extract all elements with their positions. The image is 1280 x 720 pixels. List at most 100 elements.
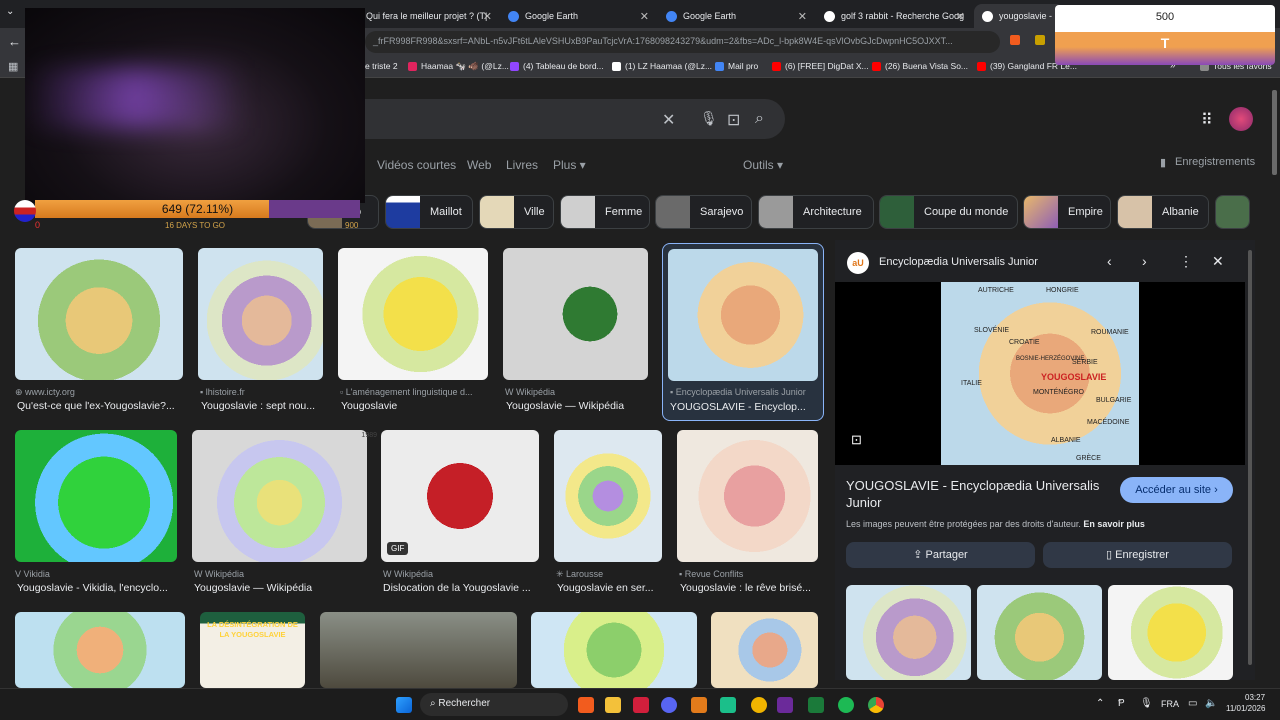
chip-femme[interactable]: Femme: [560, 195, 650, 229]
app-icon[interactable]: [777, 697, 793, 713]
app-icon[interactable]: [751, 697, 767, 713]
result-image[interactable]: [554, 430, 662, 562]
nav-short-videos[interactable]: Vidéos courtes: [377, 158, 456, 172]
folder-icon[interactable]: [605, 697, 621, 713]
learn-more-link[interactable]: En savoir plus: [1083, 519, 1145, 529]
close-icon[interactable]: ✕: [483, 10, 492, 23]
bookmark-1[interactable]: e triste 2: [365, 61, 398, 71]
chip-ville[interactable]: Ville: [479, 195, 554, 229]
result-title[interactable]: Yougoslavie: [341, 400, 489, 412]
avatar[interactable]: [1229, 107, 1253, 131]
result-title[interactable]: YOUGOSLAVIE - Encyclop...: [670, 401, 820, 413]
excel-icon[interactable]: [808, 697, 824, 713]
result-image[interactable]: [531, 612, 697, 688]
mic-icon[interactable]: 🎙: [700, 110, 718, 127]
nav-tools[interactable]: Outils ▾: [743, 158, 783, 172]
related-image[interactable]: [977, 585, 1102, 680]
search-bar[interactable]: ✕ 🎙 ⊡ ⌕: [365, 99, 785, 139]
mic-icon[interactable]: 🎙: [1140, 698, 1153, 709]
result-title[interactable]: Dislocation de la Yougoslavie ...: [383, 582, 541, 594]
nav-more[interactable]: Plus ▾: [553, 158, 586, 172]
lens-icon[interactable]: ⊡: [851, 432, 862, 448]
visit-site-button[interactable]: Accéder au site ›: [1120, 477, 1233, 503]
bluetooth-icon[interactable]: Ᵽ: [1118, 698, 1125, 709]
result-image[interactable]: [711, 612, 818, 688]
clock-time[interactable]: 03:27: [1245, 693, 1265, 702]
result-image[interactable]: [15, 612, 185, 688]
panel-title[interactable]: YOUGOSLAVIE - Encyclopædia Universalis J…: [846, 477, 1126, 511]
chrome-icon[interactable]: [868, 697, 884, 713]
result-title[interactable]: Yougoslavie : sept nou...: [201, 400, 326, 412]
result-image[interactable]: [198, 248, 323, 380]
result-image[interactable]: [503, 248, 648, 380]
lens-icon[interactable]: ⊡: [727, 110, 740, 130]
close-icon[interactable]: ✕: [640, 10, 649, 23]
search-icon[interactable]: ⌕: [755, 110, 764, 128]
bookmark-4[interactable]: (1) LZ Haamaa (@Lz...: [612, 61, 712, 71]
chip-more[interactable]: [1215, 195, 1250, 229]
nav-web[interactable]: Web: [467, 158, 491, 172]
back-arrow-icon[interactable]: ←: [8, 34, 21, 49]
result-title[interactable]: Yougoslavie en ser...: [557, 582, 665, 594]
chevron-left-icon[interactable]: ‹: [1107, 253, 1112, 269]
result-card-selected[interactable]: ▪ Encyclopædia Universalis Junior YOUGOS…: [662, 243, 824, 421]
chevron-right-icon[interactable]: ›: [1142, 253, 1147, 269]
bookmark-7[interactable]: (26) Buena Vista So...: [872, 61, 968, 71]
clear-icon[interactable]: ✕: [662, 110, 675, 130]
address-bar[interactable]: _frFR998FR998&sxsrf=ANbL-n5vJFt6tLAleVSH…: [365, 31, 1000, 53]
result-title[interactable]: Yougoslavie : le rêve brisé...: [680, 582, 821, 594]
result-title[interactable]: Qu'est-ce que l'ex-Yougoslavie?...: [17, 400, 182, 412]
result-image[interactable]: [15, 248, 183, 380]
panel-source[interactable]: Encyclopædia Universalis Junior: [879, 256, 1038, 268]
related-image[interactable]: [1108, 585, 1233, 680]
clock-date[interactable]: 11/01/2026: [1226, 704, 1265, 713]
chevron-down-icon[interactable]: ⌄: [6, 6, 14, 17]
result-image[interactable]: [338, 248, 488, 380]
bookmark-6[interactable]: (6) [FREE] DigDat X...: [772, 61, 869, 71]
chip-maillot[interactable]: Maillot: [385, 195, 473, 229]
tab-4[interactable]: golf 3 rabbit - Recherche Goog ✕: [816, 4, 971, 28]
preview-image[interactable]: AUTRICHE HONGRIE SLOVÉNIE CROATIE ROUMAN…: [941, 282, 1139, 465]
result-image[interactable]: [677, 430, 818, 562]
close-icon[interactable]: ✕: [1212, 253, 1224, 270]
tab-1[interactable]: Qui fera le meilleur projet ? (T| ✕: [358, 4, 498, 28]
page-scrollbar[interactable]: [1272, 90, 1277, 175]
result-image[interactable]: [192, 430, 367, 562]
close-icon[interactable]: ✕: [798, 10, 807, 23]
saved-link[interactable]: Enregistrements: [1175, 156, 1255, 168]
chip-albanie[interactable]: Albanie: [1117, 195, 1209, 229]
app-icon[interactable]: [720, 697, 736, 713]
tab-5-active[interactable]: yougoslavie - Re: [974, 4, 1064, 28]
chip-architecture[interactable]: Architecture: [758, 195, 874, 229]
more-vert-icon[interactable]: ⋮: [1179, 253, 1193, 270]
panel-scrollbar[interactable]: [1248, 250, 1252, 665]
apps-grid-icon[interactable]: ▦: [8, 60, 18, 73]
spotify-icon[interactable]: [838, 697, 854, 713]
apps-grid-icon[interactable]: ⠿: [1201, 110, 1213, 130]
related-image[interactable]: [846, 585, 971, 680]
taskbar-search[interactable]: ⌕ Rechercher: [420, 693, 568, 716]
tab-3[interactable]: Google Earth ✕: [658, 4, 813, 28]
result-image[interactable]: [320, 612, 517, 688]
brave-icon[interactable]: [578, 697, 594, 713]
language-indicator[interactable]: FRA: [1161, 699, 1179, 709]
save-button[interactable]: ▯ Enregistrer: [1043, 542, 1232, 568]
close-icon[interactable]: ✕: [956, 10, 965, 23]
tab-2[interactable]: Google Earth ✕: [500, 4, 655, 28]
bookmark-5[interactable]: Mail pro: [715, 61, 758, 71]
app-icon[interactable]: [633, 697, 649, 713]
bookmark-3[interactable]: (4) Tableau de bord...: [510, 61, 604, 71]
result-image[interactable]: [668, 249, 818, 381]
bookmark-2[interactable]: Haamaa 🐄 🐗 (@Lz...: [408, 61, 509, 72]
app-icon[interactable]: [691, 697, 707, 713]
share-button[interactable]: ⇪ Partager: [846, 542, 1035, 568]
discord-icon[interactable]: [661, 697, 677, 713]
result-title[interactable]: Yougoslavie — Wikipédia: [194, 582, 369, 594]
network-icon[interactable]: ▭: [1188, 698, 1197, 709]
chip-coupe-du-monde[interactable]: Coupe du monde: [879, 195, 1018, 229]
volume-icon[interactable]: 🔈: [1205, 698, 1217, 709]
extension-icon[interactable]: [1035, 35, 1045, 45]
brave-shield-icon[interactable]: [1010, 35, 1020, 45]
chip-empire[interactable]: Empire: [1023, 195, 1111, 229]
result-image[interactable]: [15, 430, 177, 562]
